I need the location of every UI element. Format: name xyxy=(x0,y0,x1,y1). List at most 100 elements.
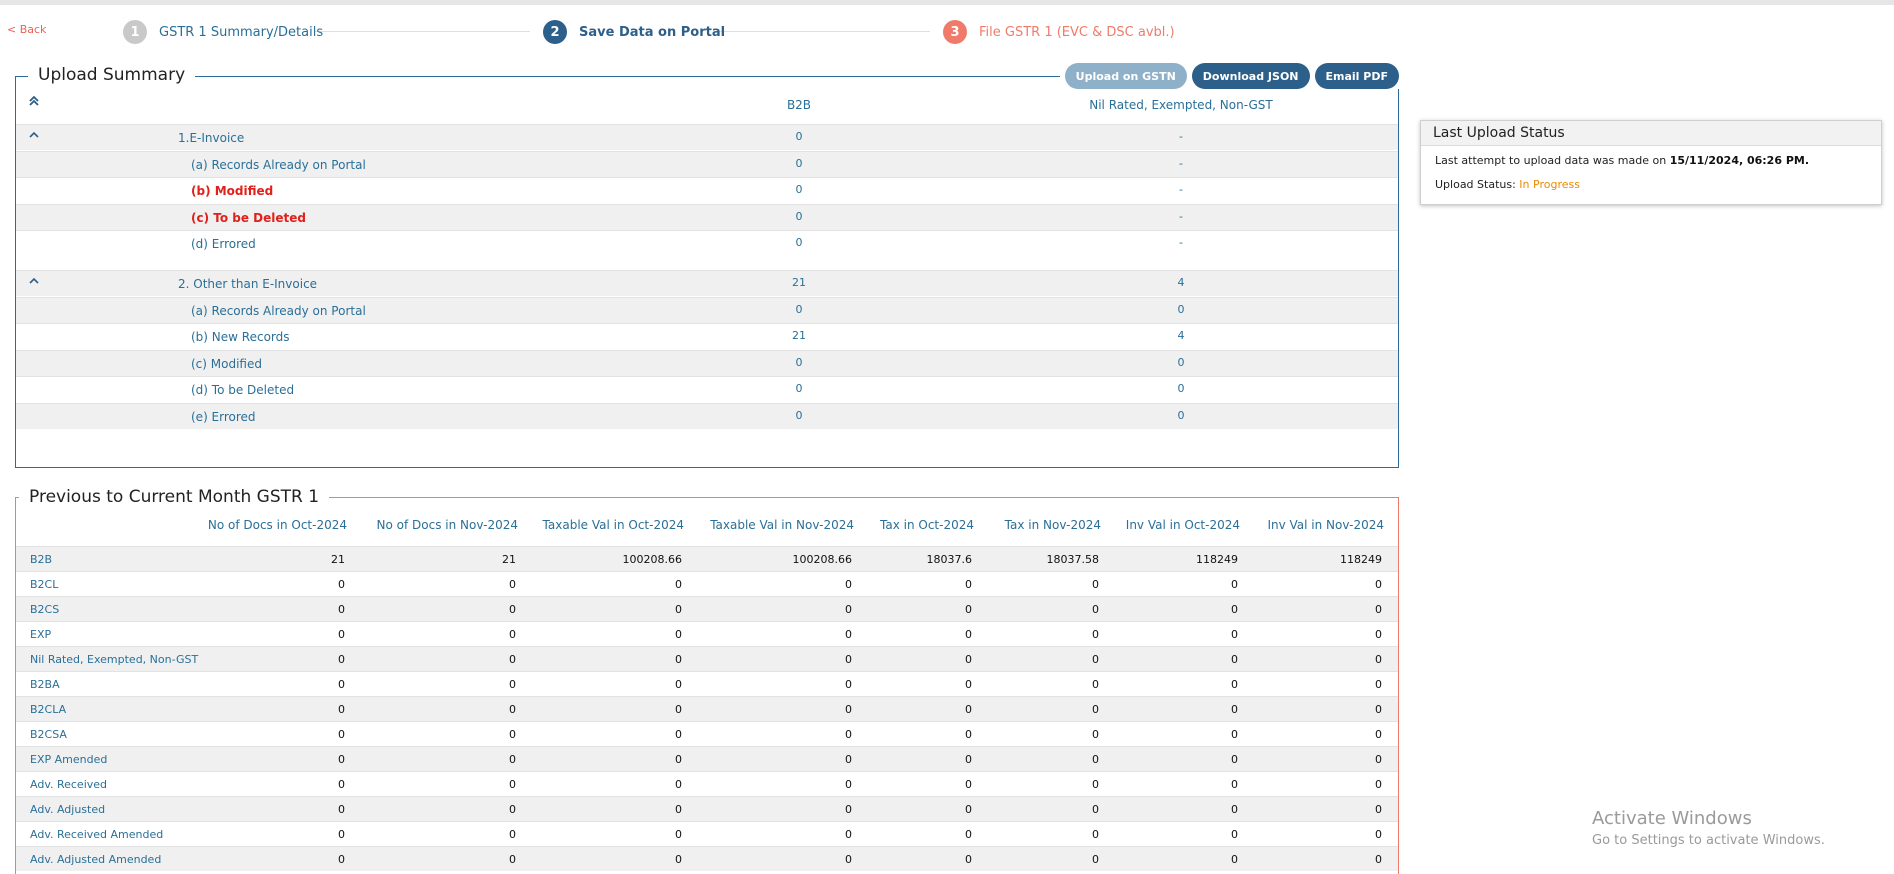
table-cell: 0 xyxy=(1092,703,1099,716)
table-cell: 0 xyxy=(965,603,972,616)
table-cell: 0 xyxy=(509,753,516,766)
table-cell: 0 xyxy=(675,853,682,866)
table-row: B2CS 0 0 0 0 0 0 0 0 xyxy=(16,596,1398,621)
nil-value: - xyxy=(1179,183,1183,196)
table-cell: 0 xyxy=(338,578,345,591)
table-cell: 0 xyxy=(1092,828,1099,841)
b2b-value[interactable]: 0 xyxy=(769,409,829,422)
b2b-value[interactable]: 0 xyxy=(769,303,829,316)
table-cell: 0 xyxy=(1375,703,1382,716)
table-cell: 0 xyxy=(509,578,516,591)
group-label: 2. Other than E-Invoice xyxy=(178,277,318,291)
table-cell: 21 xyxy=(502,553,516,566)
nil-value[interactable]: 4 xyxy=(1161,329,1201,342)
b2b-value[interactable]: 21 xyxy=(769,329,829,342)
table-cell: 0 xyxy=(1375,803,1382,816)
row-label[interactable]: B2CS xyxy=(30,603,59,616)
column-header-b2b: B2B xyxy=(786,98,812,112)
table-cell: 0 xyxy=(1092,778,1099,791)
table-cell: 0 xyxy=(675,678,682,691)
b2b-value[interactable]: 21 xyxy=(769,276,829,289)
row-label[interactable]: Adv. Adjusted xyxy=(30,803,105,816)
row-label[interactable]: EXP Amended xyxy=(30,753,107,766)
nil-value: - xyxy=(1179,210,1183,223)
row-label: (b) New Records xyxy=(191,330,290,344)
table-cell: 0 xyxy=(1375,603,1382,616)
row-label[interactable]: B2BA xyxy=(30,678,60,691)
b2b-value[interactable]: 0 xyxy=(769,157,829,170)
table-cell: 18037.6 xyxy=(926,553,973,566)
table-row: Nil Rated, Exempted, Non-GST 0 0 0 0 0 0 0 0 xyxy=(16,646,1398,671)
table-cell: 0 xyxy=(338,803,345,816)
table-cell: 0 xyxy=(1375,653,1382,666)
nil-value[interactable]: 0 xyxy=(1161,409,1201,422)
table-cell: 0 xyxy=(1092,853,1099,866)
list-item: (a) Records Already on Portal 0 - xyxy=(16,151,1398,177)
chevron-up-icon[interactable] xyxy=(28,275,40,291)
table-cell: 0 xyxy=(1231,853,1238,866)
step-save-data[interactable]: 2 Save Data on Portal xyxy=(543,20,725,44)
table-cell: 0 xyxy=(1231,653,1238,666)
top-border xyxy=(0,0,1894,5)
row-label[interactable]: B2CLA xyxy=(30,703,66,716)
table-cell: 0 xyxy=(1231,828,1238,841)
row-label[interactable]: Adv. Adjusted Amended xyxy=(30,853,161,866)
table-cell: 0 xyxy=(675,578,682,591)
table-cell: 0 xyxy=(1231,803,1238,816)
table-cell: 0 xyxy=(509,628,516,641)
double-chevron-up-icon[interactable] xyxy=(28,95,40,110)
b2b-value[interactable]: 0 xyxy=(769,130,829,143)
table-cell: 0 xyxy=(1231,728,1238,741)
b2b-value[interactable]: 0 xyxy=(769,183,829,196)
b2b-value[interactable]: 0 xyxy=(769,236,829,249)
table-cell: 0 xyxy=(1231,778,1238,791)
b2b-value[interactable]: 0 xyxy=(769,382,829,395)
upload-summary-title: Upload Summary xyxy=(28,65,196,85)
nil-value[interactable]: 0 xyxy=(1161,303,1201,316)
row-label[interactable]: Adv. Received Amended xyxy=(30,828,163,841)
row-label[interactable]: B2CSA xyxy=(30,728,67,741)
last-upload-status-title: Last Upload Status xyxy=(1421,121,1881,146)
nil-value[interactable]: 0 xyxy=(1161,382,1201,395)
row-label[interactable]: B2B xyxy=(30,553,52,566)
column-header: Tax in Nov-2024 xyxy=(1004,518,1101,532)
chevron-up-icon[interactable] xyxy=(28,129,40,145)
table-cell: 0 xyxy=(338,653,345,666)
table-row: Adv. Received 0 0 0 0 0 0 0 0 xyxy=(16,771,1398,796)
row-label[interactable]: B2CL xyxy=(30,578,58,591)
table-cell: 118249 xyxy=(1340,553,1382,566)
row-label[interactable]: Nil Rated, Exempted, Non-GST xyxy=(30,653,198,666)
table-row: EXP 0 0 0 0 0 0 0 0 xyxy=(16,621,1398,646)
table-cell: 0 xyxy=(845,828,852,841)
table-cell: 0 xyxy=(675,778,682,791)
last-attempt-time: 15/11/2024, 06:26 PM. xyxy=(1669,154,1810,167)
table-cell: 0 xyxy=(845,703,852,716)
table-cell: 0 xyxy=(965,653,972,666)
email-pdf-button[interactable]: Email PDF xyxy=(1314,63,1399,89)
row-label[interactable]: EXP xyxy=(30,628,51,641)
nil-value: - xyxy=(1179,236,1183,249)
list-item: (c) To be Deleted 0 - xyxy=(16,204,1398,230)
table-cell: 0 xyxy=(965,703,972,716)
step-file-gstr1[interactable]: 3 File GSTR 1 (EVC & DSC avbl.) xyxy=(943,20,1175,44)
b2b-value[interactable]: 0 xyxy=(769,356,829,369)
table-cell: 0 xyxy=(338,628,345,641)
upload-on-gstn-button[interactable]: Upload on GSTN xyxy=(1064,63,1187,89)
table-cell: 0 xyxy=(1231,578,1238,591)
download-json-button[interactable]: Download JSON xyxy=(1191,63,1310,89)
row-label: (b) Modified xyxy=(191,184,274,198)
b2b-value[interactable]: 0 xyxy=(769,210,829,223)
step-summary-details[interactable]: 1 GSTR 1 Summary/Details xyxy=(123,20,323,44)
group-label: 1.E-Invoice xyxy=(178,131,245,145)
nil-value[interactable]: 4 xyxy=(1161,276,1201,289)
list-item: (c) Modified 0 0 xyxy=(16,350,1398,376)
row-label[interactable]: Adv. Received xyxy=(30,778,107,791)
table-cell: 0 xyxy=(845,603,852,616)
upload-status-prefix: Upload Status: xyxy=(1435,178,1520,191)
row-label: (e) Errored xyxy=(191,410,256,424)
table-cell: 0 xyxy=(1092,603,1099,616)
back-link[interactable]: < Back xyxy=(7,23,46,36)
table-cell: 21 xyxy=(331,553,345,566)
nil-value[interactable]: 0 xyxy=(1161,356,1201,369)
list-item: (a) Records Already on Portal 0 0 xyxy=(16,297,1398,323)
